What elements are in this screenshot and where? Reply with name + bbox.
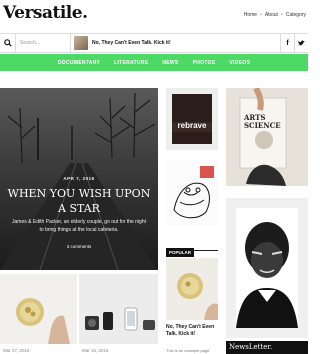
search-icon[interactable] [0,34,16,52]
popular-label: POPULAR [166,248,195,257]
search-input[interactable]: Search... [16,34,71,52]
ticker-headline[interactable]: No, They Can't Even Talk. Kick it! [92,40,280,46]
featured-post[interactable]: APR 7, 2016 WHEN YOU WISH UPON A STAR Ja… [0,88,158,270]
comments-count[interactable]: 3 comments [0,244,158,249]
menu-item-photos[interactable]: PHOTOS [193,60,216,66]
search-bar: Search... No, They Can't Even Talk. Kick… [0,33,308,53]
card-date: Mar 27, 2016 [3,348,30,353]
portrait-tile[interactable] [226,198,308,338]
magazine-tile[interactable]: ARTS SCIENCE [226,88,308,186]
card-date: Mar 16, 2016 [82,348,109,353]
newsletter-widget[interactable]: NewsLetter. [226,341,308,354]
popular-post-excerpt: This is an example page. [166,348,211,353]
site-logo[interactable]: Versatile. [3,3,88,23]
headline-thumbnail[interactable] [74,36,88,50]
twitter-icon[interactable] [294,34,308,52]
menu-item-documentary[interactable]: DOCUMENTARY [58,60,100,66]
nav-category[interactable]: Category [286,12,306,18]
post-date: APR 7, 2016 [63,176,95,181]
magazine-title: ARTS SCIENCE [244,113,281,130]
ad-text: rebrave [177,121,207,130]
post-card[interactable]: Mar 27, 2016 [0,274,77,354]
facebook-icon[interactable]: f [280,34,294,52]
nav-separator: • [280,12,283,18]
post-title[interactable]: WHEN YOU WISH UPON A STAR [0,186,158,216]
nav-separator: • [260,12,262,18]
popular-post-image[interactable] [166,258,218,320]
top-nav: Home • About • Category [244,12,306,18]
illustration-tile[interactable] [166,160,218,226]
post-excerpt: James & Edith Packer, an elderly couple,… [12,219,146,233]
ad-banner[interactable]: rebrave [166,88,218,150]
popular-post-title[interactable]: No, They Can't Even Talk. Kick it! [166,324,218,338]
popular-section-header: POPULAR [166,241,218,257]
card-image [79,274,158,344]
nav-home[interactable]: Home [244,12,257,18]
nav-about[interactable]: About [265,12,278,18]
card-image [0,274,77,344]
post-card[interactable]: Mar 16, 2016 [79,274,158,354]
menu-item-literature[interactable]: LITERATURE [114,60,148,66]
menu-item-videos[interactable]: VIDEOS [229,60,250,66]
main-menu: DOCUMENTARY LITERATURE NEWS PHOTOS VIDEO… [0,54,308,71]
menu-item-news[interactable]: NEWS [162,60,178,66]
